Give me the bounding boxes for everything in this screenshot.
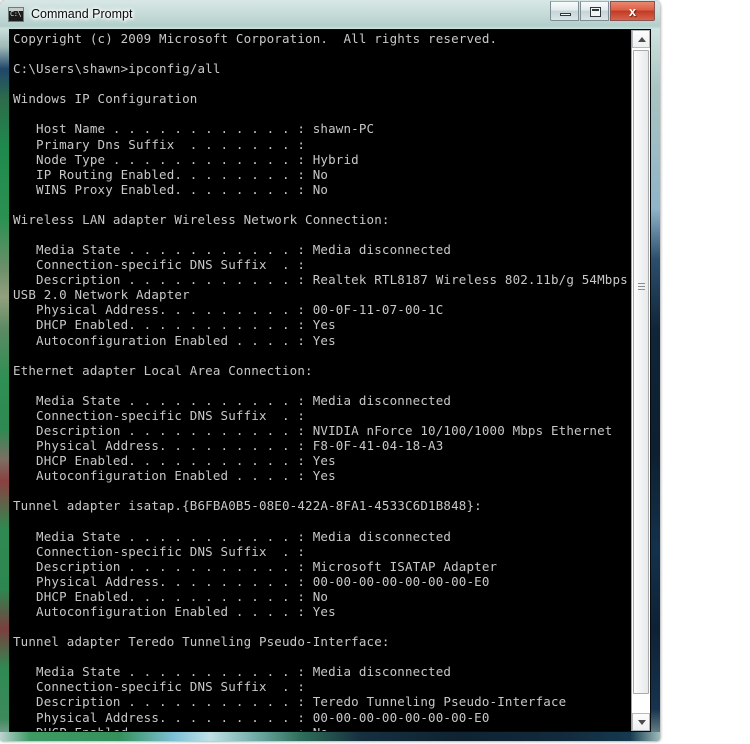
minimize-icon	[560, 13, 571, 16]
window-controls: x	[550, 1, 655, 21]
close-icon: x	[628, 4, 637, 19]
window-title: Command Prompt	[31, 7, 133, 21]
command-prompt-window[interactable]: C:\ Command Prompt x Copyright (c) 2009 …	[0, 0, 660, 741]
maximize-icon	[590, 7, 601, 17]
vertical-scrollbar[interactable]	[631, 30, 650, 731]
title-bar[interactable]: C:\ Command Prompt x	[0, 0, 660, 29]
console-output-area[interactable]: Copyright (c) 2009 Microsoft Corporation…	[9, 29, 651, 732]
window-frame-left	[0, 29, 9, 741]
scroll-down-arrow[interactable]	[632, 713, 650, 731]
window-frame-bottom	[0, 732, 660, 741]
scroll-thumb[interactable]	[633, 50, 649, 694]
scroll-thumb-grip	[638, 283, 645, 290]
scroll-up-arrow[interactable]	[632, 30, 650, 48]
minimize-button[interactable]	[550, 1, 579, 21]
window-frame-right	[651, 29, 660, 741]
close-button[interactable]: x	[610, 1, 655, 21]
maximize-button[interactable]	[580, 1, 609, 21]
console-icon[interactable]: C:\	[8, 7, 24, 22]
console-text: Copyright (c) 2009 Microsoft Corporation…	[13, 31, 628, 731]
